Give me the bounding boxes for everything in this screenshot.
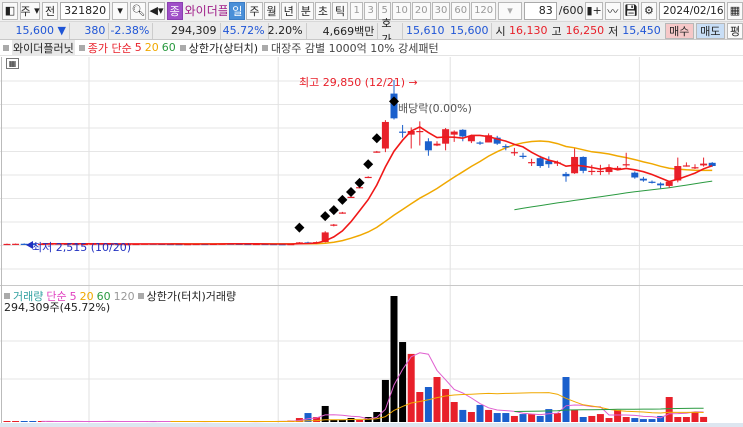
volume-bar bbox=[424, 387, 432, 422]
candle-body bbox=[528, 162, 536, 164]
candle-body bbox=[502, 146, 510, 148]
high-annotation: 최고 29,850 (12/21) → bbox=[299, 76, 418, 89]
price-volume-chart[interactable] bbox=[0, 0, 743, 427]
candle-body bbox=[381, 121, 389, 149]
candle-body bbox=[622, 164, 630, 166]
volume-bar bbox=[3, 421, 11, 422]
volume-ma5-line bbox=[41, 352, 704, 423]
volume-bar bbox=[579, 417, 587, 422]
candle-body bbox=[347, 196, 355, 199]
candle-body bbox=[338, 212, 346, 214]
candle-body bbox=[682, 165, 690, 167]
limit-touch-marker bbox=[354, 177, 365, 188]
volume-bar bbox=[459, 409, 467, 422]
candle-body bbox=[510, 152, 518, 154]
volume-bar bbox=[338, 419, 346, 422]
volume-bar bbox=[691, 412, 699, 422]
limit-touch-marker bbox=[337, 194, 348, 205]
candle-body bbox=[579, 156, 587, 171]
limit-touch-marker bbox=[320, 211, 331, 222]
volume-bar bbox=[502, 413, 510, 422]
limit-touch-marker bbox=[346, 186, 356, 197]
volume-bar bbox=[390, 296, 398, 422]
volume-bar bbox=[639, 419, 647, 422]
volume-bar bbox=[588, 415, 596, 422]
volume-bar bbox=[571, 409, 579, 422]
low-annotation: 최저 2,515 (10/20) bbox=[32, 241, 132, 254]
volume-bar bbox=[614, 409, 622, 422]
volume-bar bbox=[553, 413, 561, 422]
candle-body bbox=[476, 142, 484, 144]
candle-body bbox=[399, 131, 407, 133]
candle-body bbox=[708, 162, 716, 167]
volume-bar bbox=[476, 404, 484, 422]
volume-bar bbox=[519, 414, 527, 422]
ma60-line bbox=[514, 180, 713, 211]
volume-bar bbox=[485, 409, 493, 422]
volume-bar bbox=[622, 417, 630, 422]
volume-bar bbox=[596, 414, 604, 422]
candle-body bbox=[373, 151, 381, 153]
volume-bar bbox=[416, 392, 424, 422]
volume-bar bbox=[356, 419, 364, 422]
candle-body bbox=[433, 143, 441, 146]
volume-bar bbox=[665, 397, 673, 422]
volume-bar bbox=[510, 415, 518, 422]
candle-body bbox=[700, 163, 708, 166]
candle-body bbox=[631, 172, 639, 178]
candle-body bbox=[648, 181, 656, 183]
grid-toggle-icon[interactable]: ▦ bbox=[6, 58, 19, 69]
candle-body bbox=[596, 170, 604, 173]
candle-body bbox=[588, 170, 596, 173]
ma5-line bbox=[41, 125, 713, 245]
limit-touch-marker bbox=[328, 205, 339, 216]
volume-bar bbox=[682, 417, 690, 422]
volume-bar bbox=[12, 421, 20, 422]
candle-body bbox=[3, 243, 11, 246]
candle-body bbox=[665, 181, 673, 186]
volume-bar bbox=[631, 418, 639, 422]
candle-body bbox=[562, 173, 570, 177]
candle-body bbox=[330, 224, 338, 226]
candle-body bbox=[459, 129, 467, 137]
volume-bar bbox=[442, 389, 450, 422]
candle-body bbox=[536, 158, 544, 167]
limit-touch-marker bbox=[371, 133, 382, 144]
candle-body bbox=[416, 131, 424, 133]
ex-dividend-annotation: 배당락(0.00%) bbox=[398, 102, 472, 115]
candle-body bbox=[519, 155, 527, 157]
volume-bar bbox=[450, 402, 458, 422]
volume-bar bbox=[467, 412, 475, 422]
volume-bar bbox=[536, 415, 544, 422]
volume-current: 294,309주(45.72%) bbox=[4, 301, 111, 314]
candle-body bbox=[450, 131, 458, 135]
volume-bar bbox=[700, 416, 708, 422]
candle-body bbox=[691, 167, 699, 169]
volume-bar bbox=[29, 421, 37, 422]
volume-bar bbox=[528, 414, 536, 422]
volume-bar bbox=[674, 417, 682, 422]
volume-bar bbox=[493, 413, 501, 422]
candle-body bbox=[639, 178, 647, 181]
limit-touch-marker bbox=[363, 159, 374, 170]
volume-bar bbox=[20, 421, 28, 422]
candle-body bbox=[424, 141, 432, 151]
volume-ma60-line bbox=[514, 407, 704, 412]
volume-bar bbox=[433, 377, 441, 422]
time-axis bbox=[0, 423, 743, 427]
candle-body bbox=[657, 183, 665, 186]
candle-body bbox=[364, 176, 372, 179]
limit-touch-marker bbox=[294, 222, 305, 233]
volume-bar bbox=[605, 418, 613, 422]
volume-bar bbox=[407, 353, 415, 422]
volume-bar bbox=[648, 419, 656, 422]
volume-bar bbox=[399, 342, 407, 422]
candle-body bbox=[12, 243, 20, 245]
